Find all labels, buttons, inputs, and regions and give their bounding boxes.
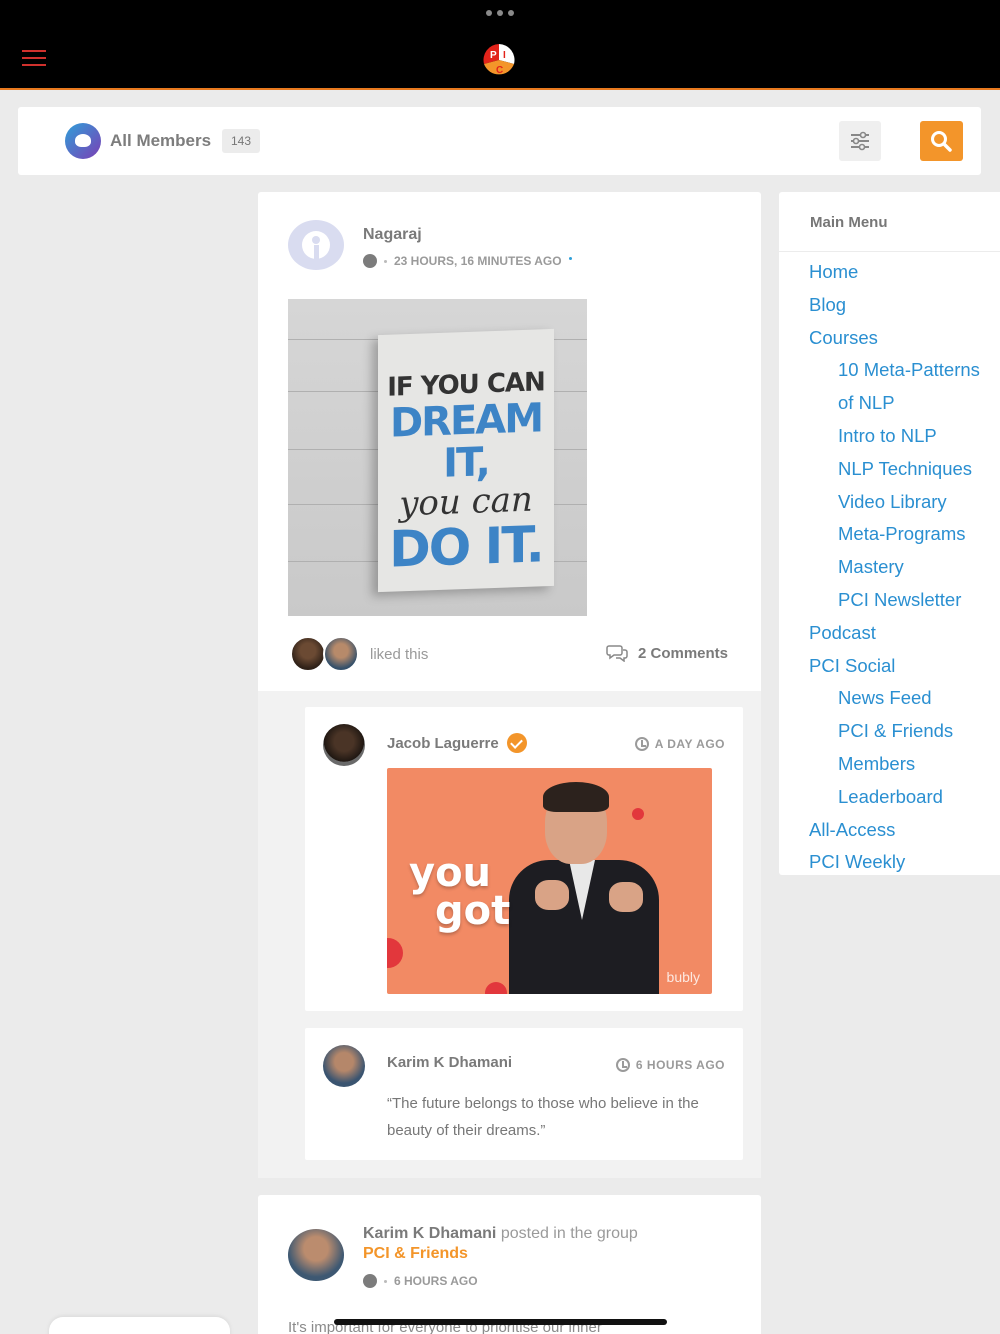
menu-item-home[interactable]: Home bbox=[779, 256, 1000, 289]
menu-item-blog[interactable]: Blog bbox=[779, 289, 1000, 322]
comments-toggle[interactable]: 2 Comments bbox=[606, 644, 728, 662]
gif-caption: you got bbox=[409, 850, 511, 934]
menu-item-pci-social[interactable]: PCI Social bbox=[779, 650, 1000, 683]
meta-separator bbox=[384, 1279, 387, 1283]
menu-item-pci-newsletter[interactable]: PCI Newsletter bbox=[779, 584, 1000, 617]
clock-icon bbox=[615, 1058, 630, 1072]
author-avatar[interactable] bbox=[288, 220, 344, 270]
post-author-name[interactable]: Nagaraj bbox=[363, 226, 422, 244]
comment-item: Jacob Laguerre A DAY AGO you got bubly bbox=[305, 707, 743, 1011]
post-meta: 6 HOURS AGO bbox=[363, 1274, 478, 1288]
main-menu-list: Home Blog Courses 10 Meta-Patterns of NLP Int… bbox=[779, 256, 1000, 879]
comments-count-label: 2 Comments bbox=[638, 644, 729, 662]
sign-line-4: DO IT. bbox=[389, 515, 543, 580]
commenter-name-text: Jacob Laguerre bbox=[387, 734, 499, 752]
verified-badge-icon bbox=[506, 733, 527, 753]
comment-time-text: A DAY AGO bbox=[654, 737, 725, 751]
post-action-line: Karim K Dhamani posted in the group bbox=[363, 1225, 638, 1243]
commenter-name[interactable]: Karim K Dhamani bbox=[387, 1054, 512, 1071]
clock-icon bbox=[634, 737, 649, 751]
menu-item-leaderboard[interactable]: Leaderboard bbox=[779, 781, 1000, 814]
liker-avatar[interactable] bbox=[323, 636, 359, 672]
site-logo[interactable]: P I C bbox=[481, 42, 517, 78]
search-icon bbox=[931, 131, 952, 152]
home-indicator[interactable] bbox=[334, 1319, 667, 1325]
liker-avatar[interactable] bbox=[290, 636, 326, 672]
post-timestamp[interactable]: 6 HOURS AGO bbox=[394, 1274, 478, 1288]
comment-time[interactable]: 6 HOURS AGO bbox=[615, 1058, 725, 1072]
menu-item-of-nlp[interactable]: of NLP bbox=[779, 387, 1000, 420]
commenter-avatar[interactable] bbox=[323, 724, 365, 766]
group-link[interactable]: PCI & Friends bbox=[363, 1245, 468, 1263]
menu-item-pci-friends[interactable]: PCI & Friends bbox=[779, 715, 1000, 748]
comment-time[interactable]: A DAY AGO bbox=[634, 737, 725, 751]
comment-text: “The future belongs to those who believe… bbox=[387, 1095, 699, 1139]
commenter-avatar[interactable] bbox=[323, 1045, 365, 1087]
commenter-name-text: Karim K Dhamani bbox=[387, 1054, 513, 1071]
menu-item-podcast[interactable]: Podcast bbox=[779, 617, 1000, 650]
menu-item-video-library[interactable]: Video Library bbox=[779, 486, 1000, 519]
likes-summary[interactable]: liked this bbox=[290, 636, 428, 672]
public-globe-icon bbox=[363, 254, 377, 268]
activity-post: Nagaraj 23 HOURS, 16 MINUTES AGO IF YOU … bbox=[258, 192, 761, 1178]
menu-item-10-meta-patterns[interactable]: 10 Meta-Patterns bbox=[779, 354, 1000, 387]
menu-item-mastery[interactable]: Mastery bbox=[779, 551, 1000, 584]
filter-button[interactable] bbox=[839, 121, 881, 161]
menu-item-meta-programs[interactable]: Meta-Programs bbox=[779, 518, 1000, 551]
menu-item-news-feed[interactable]: News Feed bbox=[779, 682, 1000, 715]
comment-item: Karim K Dhamani 6 HOURS AGO “The future … bbox=[305, 1028, 743, 1160]
hamburger-menu-icon[interactable] bbox=[22, 50, 46, 66]
menu-item-intro-to-nlp[interactable]: Intro to NLP bbox=[779, 420, 1000, 453]
commenter-name[interactable]: Jacob Laguerre bbox=[387, 733, 527, 753]
menu-item-courses[interactable]: Courses bbox=[779, 322, 1000, 355]
svg-text:I: I bbox=[503, 50, 506, 61]
svg-text:C: C bbox=[496, 65, 503, 76]
more-dots-icon[interactable] bbox=[486, 10, 514, 16]
all-members-link[interactable]: All Members bbox=[110, 131, 211, 151]
main-menu-title: Main Menu bbox=[810, 214, 888, 231]
activity-post: Karim K Dhamani posted in the group PCI … bbox=[258, 1195, 761, 1334]
members-icon bbox=[65, 123, 101, 159]
sliders-icon bbox=[851, 131, 869, 151]
menu-item-all-access[interactable]: All-Access bbox=[779, 814, 1000, 847]
members-count-badge: 143 bbox=[222, 129, 261, 153]
public-globe-icon bbox=[363, 1274, 377, 1288]
bottom-floating-tab[interactable] bbox=[49, 1317, 230, 1334]
menu-item-pci-weekly[interactable]: PCI Weekly bbox=[779, 846, 1000, 879]
menu-item-nlp-techniques[interactable]: NLP Techniques bbox=[779, 453, 1000, 486]
top-bar: P I C bbox=[0, 0, 1000, 90]
post-meta: 23 HOURS, 16 MINUTES AGO bbox=[363, 254, 572, 268]
menu-divider bbox=[779, 251, 1000, 252]
post-image[interactable]: IF YOU CAN DREAM IT, you can DO IT. bbox=[288, 299, 587, 616]
comments-icon bbox=[606, 645, 628, 662]
sign-line-2: DREAM IT, bbox=[389, 395, 543, 487]
svg-text:P: P bbox=[490, 50, 497, 61]
post-timestamp[interactable]: 23 HOURS, 16 MINUTES AGO bbox=[394, 254, 562, 268]
post-action-text: posted in the group bbox=[496, 1225, 638, 1242]
meta-separator bbox=[384, 259, 387, 263]
search-button[interactable] bbox=[920, 121, 963, 161]
comments-list: Jacob Laguerre A DAY AGO you got bubly K… bbox=[258, 691, 761, 1178]
gif-watermark: bubly bbox=[666, 969, 700, 985]
main-menu-panel: Main Menu Home Blog Courses 10 Meta-Pattern… bbox=[779, 192, 1000, 875]
members-filter-bar: All Members 143 bbox=[18, 107, 981, 175]
comment-time-text: 6 HOURS AGO bbox=[635, 1058, 725, 1072]
default-avatar-icon bbox=[302, 231, 330, 261]
quote-sign: IF YOU CAN DREAM IT, you can DO IT. bbox=[378, 328, 554, 593]
comment-gif[interactable]: you got bubly bbox=[387, 768, 712, 994]
liked-this-text: liked this bbox=[370, 645, 429, 663]
unread-dot bbox=[568, 256, 572, 260]
author-avatar[interactable] bbox=[288, 1229, 344, 1281]
menu-item-members[interactable]: Members bbox=[779, 748, 1000, 781]
post-author-name[interactable]: Karim K Dhamani bbox=[363, 1225, 496, 1242]
